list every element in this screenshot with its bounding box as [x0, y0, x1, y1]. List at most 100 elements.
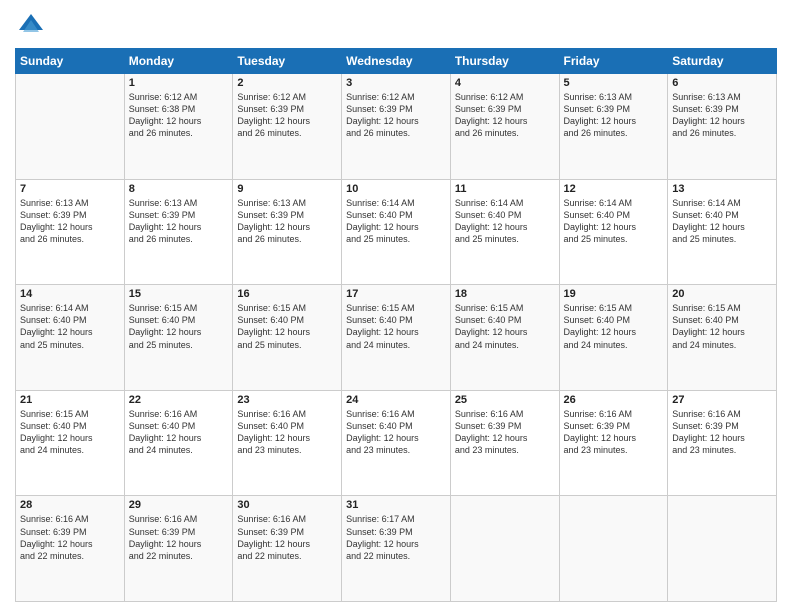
day-header-sunday: Sunday	[16, 49, 125, 74]
day-info: Sunrise: 6:15 AM Sunset: 6:40 PM Dayligh…	[20, 408, 120, 457]
calendar-cell: 16 Sunrise: 6:15 AM Sunset: 6:40 PM Dayli…	[233, 285, 342, 391]
calendar-cell	[16, 74, 125, 180]
calendar-cell: 25 Sunrise: 6:16 AM Sunset: 6:39 PM Dayli…	[450, 390, 559, 496]
day-info: Sunrise: 6:14 AM Sunset: 6:40 PM Dayligh…	[20, 302, 120, 351]
day-number: 24	[346, 394, 446, 406]
day-info: Sunrise: 6:15 AM Sunset: 6:40 PM Dayligh…	[129, 302, 229, 351]
day-info: Sunrise: 6:16 AM Sunset: 6:39 PM Dayligh…	[455, 408, 555, 457]
calendar-cell: 15 Sunrise: 6:15 AM Sunset: 6:40 PM Dayli…	[124, 285, 233, 391]
day-number: 3	[346, 77, 446, 89]
page: SundayMondayTuesdayWednesdayThursdayFrid…	[0, 0, 792, 612]
calendar-cell: 12Sunrise: 6:14 AM Sunset: 6:40 PM Dayli…	[559, 179, 668, 285]
day-info: Sunrise: 6:16 AM Sunset: 6:39 PM Dayligh…	[672, 408, 772, 457]
day-number: 21	[20, 394, 120, 406]
day-number: 9	[237, 183, 337, 195]
day-number: 25	[455, 394, 555, 406]
day-info: Sunrise: 6:13 AM Sunset: 6:39 PM Dayligh…	[237, 197, 337, 246]
day-header-thursday: Thursday	[450, 49, 559, 74]
day-info: Sunrise: 6:17 AM Sunset: 6:39 PM Dayligh…	[346, 513, 446, 562]
day-info: Sunrise: 6:12 AM Sunset: 6:39 PM Dayligh…	[346, 91, 446, 140]
day-number: 2	[237, 77, 337, 89]
day-info: Sunrise: 6:12 AM Sunset: 6:39 PM Dayligh…	[237, 91, 337, 140]
calendar-cell: 17 Sunrise: 6:15 AM Sunset: 6:40 PM Dayli…	[342, 285, 451, 391]
day-info: Sunrise: 6:14 AM Sunset: 6:40 PM Dayligh…	[672, 197, 772, 246]
calendar-cell: 4 Sunrise: 6:12 AM Sunset: 6:39 PM Daylig…	[450, 74, 559, 180]
day-info: Sunrise: 6:15 AM Sunset: 6:40 PM Dayligh…	[346, 302, 446, 351]
day-info: Sunrise: 6:14 AM Sunset: 6:40 PM Dayligh…	[346, 197, 446, 246]
day-number: 26	[564, 394, 664, 406]
day-info: Sunrise: 6:13 AM Sunset: 6:39 PM Dayligh…	[672, 91, 772, 140]
calendar-cell: 6 Sunrise: 6:13 AM Sunset: 6:39 PM Daylig…	[668, 74, 777, 180]
calendar-week-1: 1Sunrise: 6:12 AM Sunset: 6:38 PM Daylig…	[16, 74, 777, 180]
day-info: Sunrise: 6:12 AM Sunset: 6:39 PM Dayligh…	[455, 91, 555, 140]
day-number: 17	[346, 288, 446, 300]
day-header-monday: Monday	[124, 49, 233, 74]
day-info: Sunrise: 6:15 AM Sunset: 6:40 PM Dayligh…	[672, 302, 772, 351]
logo-icon	[15, 10, 47, 42]
logo	[15, 10, 51, 42]
calendar-cell: 3 Sunrise: 6:12 AM Sunset: 6:39 PM Daylig…	[342, 74, 451, 180]
calendar-cell: 24 Sunrise: 6:16 AM Sunset: 6:40 PM Dayli…	[342, 390, 451, 496]
day-header-wednesday: Wednesday	[342, 49, 451, 74]
day-number: 7	[20, 183, 120, 195]
day-info: Sunrise: 6:15 AM Sunset: 6:40 PM Dayligh…	[455, 302, 555, 351]
calendar-week-5: 28 Sunrise: 6:16 AM Sunset: 6:39 PM Dayli…	[16, 496, 777, 602]
day-info: Sunrise: 6:16 AM Sunset: 6:39 PM Dayligh…	[129, 513, 229, 562]
day-info: Sunrise: 6:15 AM Sunset: 6:40 PM Dayligh…	[237, 302, 337, 351]
day-info: Sunrise: 6:16 AM Sunset: 6:39 PM Dayligh…	[237, 513, 337, 562]
day-info: Sunrise: 6:16 AM Sunset: 6:40 PM Dayligh…	[129, 408, 229, 457]
day-info: Sunrise: 6:16 AM Sunset: 6:39 PM Dayligh…	[564, 408, 664, 457]
day-info: Sunrise: 6:16 AM Sunset: 6:40 PM Dayligh…	[237, 408, 337, 457]
day-info: Sunrise: 6:13 AM Sunset: 6:39 PM Dayligh…	[129, 197, 229, 246]
calendar-cell: 23 Sunrise: 6:16 AM Sunset: 6:40 PM Dayli…	[233, 390, 342, 496]
calendar-cell: 21 Sunrise: 6:15 AM Sunset: 6:40 PM Dayli…	[16, 390, 125, 496]
day-number: 19	[564, 288, 664, 300]
day-info: Sunrise: 6:14 AM Sunset: 6:40 PM Dayligh…	[455, 197, 555, 246]
calendar-week-3: 14Sunrise: 6:14 AM Sunset: 6:40 PM Dayli…	[16, 285, 777, 391]
day-number: 18	[455, 288, 555, 300]
day-info: Sunrise: 6:16 AM Sunset: 6:39 PM Dayligh…	[20, 513, 120, 562]
day-number: 22	[129, 394, 229, 406]
day-number: 5	[564, 77, 664, 89]
day-number: 28	[20, 499, 120, 511]
calendar-cell: 10Sunrise: 6:14 AM Sunset: 6:40 PM Dayli…	[342, 179, 451, 285]
calendar-table: SundayMondayTuesdayWednesdayThursdayFrid…	[15, 48, 777, 602]
day-info: Sunrise: 6:15 AM Sunset: 6:40 PM Dayligh…	[564, 302, 664, 351]
calendar-cell: 14Sunrise: 6:14 AM Sunset: 6:40 PM Dayli…	[16, 285, 125, 391]
day-number: 23	[237, 394, 337, 406]
calendar-cell: 22 Sunrise: 6:16 AM Sunset: 6:40 PM Dayli…	[124, 390, 233, 496]
day-number: 30	[237, 499, 337, 511]
day-number: 16	[237, 288, 337, 300]
day-header-tuesday: Tuesday	[233, 49, 342, 74]
day-number: 27	[672, 394, 772, 406]
calendar-cell: 26 Sunrise: 6:16 AM Sunset: 6:39 PM Dayli…	[559, 390, 668, 496]
day-number: 31	[346, 499, 446, 511]
calendar-header-row: SundayMondayTuesdayWednesdayThursdayFrid…	[16, 49, 777, 74]
day-header-saturday: Saturday	[668, 49, 777, 74]
calendar-cell: 29 Sunrise: 6:16 AM Sunset: 6:39 PM Dayli…	[124, 496, 233, 602]
calendar-week-4: 21 Sunrise: 6:15 AM Sunset: 6:40 PM Dayli…	[16, 390, 777, 496]
day-info: Sunrise: 6:16 AM Sunset: 6:40 PM Dayligh…	[346, 408, 446, 457]
calendar-cell: 28 Sunrise: 6:16 AM Sunset: 6:39 PM Dayli…	[16, 496, 125, 602]
day-number: 13	[672, 183, 772, 195]
calendar-cell: 30 Sunrise: 6:16 AM Sunset: 6:39 PM Dayli…	[233, 496, 342, 602]
calendar-cell: 13 Sunrise: 6:14 AM Sunset: 6:40 PM Dayli…	[668, 179, 777, 285]
calendar-cell: 11 Sunrise: 6:14 AM Sunset: 6:40 PM Dayli…	[450, 179, 559, 285]
day-number: 15	[129, 288, 229, 300]
day-info: Sunrise: 6:13 AM Sunset: 6:39 PM Dayligh…	[564, 91, 664, 140]
calendar-week-2: 7 Sunrise: 6:13 AM Sunset: 6:39 PM Daylig…	[16, 179, 777, 285]
calendar-cell	[559, 496, 668, 602]
day-number: 4	[455, 77, 555, 89]
calendar-cell: 19 Sunrise: 6:15 AM Sunset: 6:40 PM Dayli…	[559, 285, 668, 391]
calendar-cell: 9 Sunrise: 6:13 AM Sunset: 6:39 PM Daylig…	[233, 179, 342, 285]
day-number: 11	[455, 183, 555, 195]
calendar-cell: 18 Sunrise: 6:15 AM Sunset: 6:40 PM Dayli…	[450, 285, 559, 391]
day-number: 29	[129, 499, 229, 511]
day-number: 8	[129, 183, 229, 195]
day-info: Sunrise: 6:13 AM Sunset: 6:39 PM Dayligh…	[20, 197, 120, 246]
day-number: 20	[672, 288, 772, 300]
calendar-cell: 1Sunrise: 6:12 AM Sunset: 6:38 PM Daylig…	[124, 74, 233, 180]
day-info: Sunrise: 6:12 AM Sunset: 6:38 PM Dayligh…	[129, 91, 229, 140]
calendar-cell: 7 Sunrise: 6:13 AM Sunset: 6:39 PM Daylig…	[16, 179, 125, 285]
day-number: 6	[672, 77, 772, 89]
